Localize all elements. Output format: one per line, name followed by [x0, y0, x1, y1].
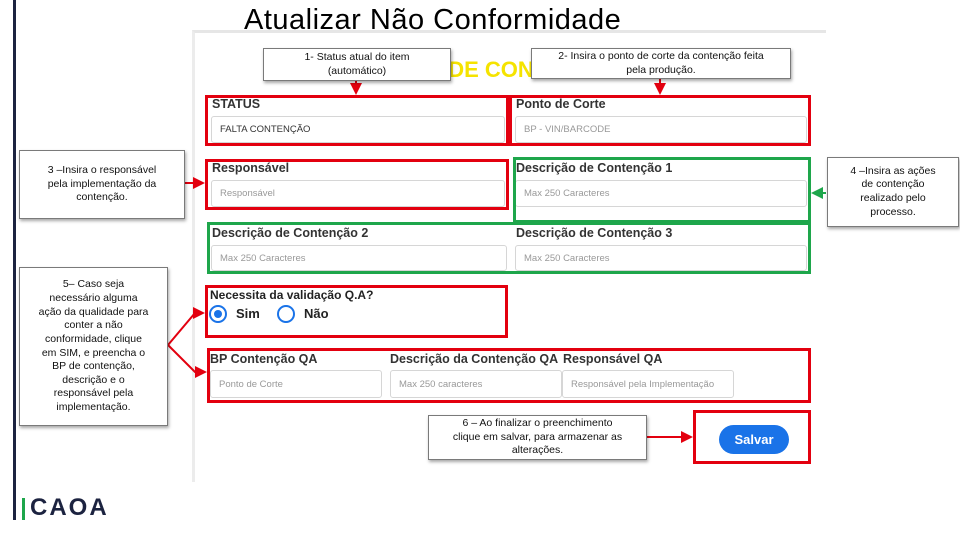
callout-2-line: pela produção. [626, 63, 696, 76]
callout-3-line: contenção. [76, 191, 128, 204]
callout-3-line: 3 –Insira o responsável [47, 164, 157, 177]
callout-5-line: descrição e o [62, 373, 125, 386]
callout-3: 3 –Insira o responsável pela implementaçã… [19, 150, 185, 219]
callout-5-line: responsável pela [53, 387, 134, 400]
caoa-logo: CAOA [30, 494, 109, 521]
callout-1: 1- Status atual do item (automático) [263, 48, 451, 81]
callout-6-line: alterações. [511, 444, 564, 457]
callout-5-line: 5– Caso seja [62, 278, 125, 291]
logo-bar [22, 498, 25, 520]
callout-1-line: (automático) [327, 64, 387, 77]
callout-4-line: de contenção [861, 178, 925, 191]
callout-5-line: conformidade, clique [45, 332, 142, 345]
callout-4-line: processo. [870, 205, 916, 218]
callout-6-line: clique em salvar, para armazenar as [452, 430, 623, 443]
callout-5-line: ação da qualidade para [38, 305, 149, 318]
callout-5-line: implementação. [56, 401, 131, 414]
callout-2: 2- Insira o ponto de corte da contenção … [531, 48, 791, 79]
callout-4: 4 –Insira as ações de contenção realizado … [827, 157, 959, 227]
callout-5-line: necessário alguma [49, 291, 138, 304]
callout-4-line: realizado pelo [860, 192, 926, 204]
callout-5-line: em SIM, e preencha o [41, 346, 146, 359]
callout-4-line: 4 –Insira as ações [850, 164, 936, 177]
callout-3-line: pela implementação da [47, 177, 157, 190]
callout-5: 5– Caso seja necessário alguma ação da qu… [19, 267, 168, 426]
callout-5-line: BP de contenção, [52, 360, 135, 373]
callout-1-line: 1- Status atual do item [304, 50, 410, 63]
arrow-callout-5-lower [167, 344, 207, 378]
callout-6: 6 – Ao finalizar o preenchimento clique e… [428, 415, 647, 460]
arrow-callout-5-upper [167, 307, 205, 346]
callout-2-line: 2- Insira o ponto de corte da contenção … [558, 49, 764, 62]
callout-6-line: 6 – Ao finalizar o preenchimento [462, 417, 613, 430]
callout-5-line: conter a não [64, 319, 123, 332]
